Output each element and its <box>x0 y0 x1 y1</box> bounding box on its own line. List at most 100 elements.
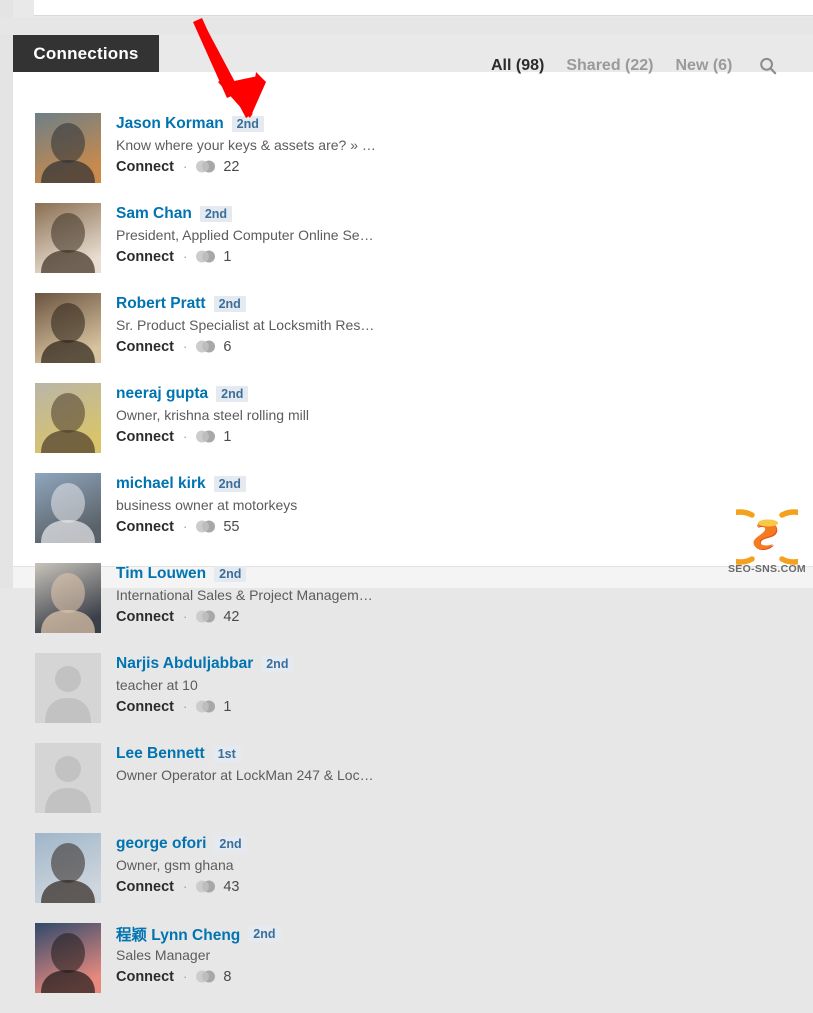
avatar[interactable] <box>35 473 101 543</box>
avatar[interactable] <box>35 923 101 993</box>
connection-card[interactable]: Tim Louwen 2nd International Sales & Proje… <box>35 563 432 653</box>
connect-button[interactable]: Connect <box>116 339 174 355</box>
shared-connections-icon <box>196 520 216 533</box>
tab-connections-label: Connections <box>33 43 139 63</box>
connection-name-row: neeraj gupta 2nd <box>116 384 432 404</box>
connection-actions: Connect · 1 <box>116 247 432 266</box>
connection-name-row: 程颖 Lynn Cheng 2nd <box>116 924 432 944</box>
connection-actions: Connect · 6 <box>116 337 432 356</box>
shared-connections-count: 42 <box>223 608 240 625</box>
connection-headline: International Sales & Project Managem… <box>116 587 373 603</box>
filter-tab-new-label: New (6) <box>675 57 733 74</box>
connection-name-row: Sam Chan 2nd <box>116 204 432 224</box>
connection-card[interactable]: Robert Pratt 2nd Sr. Product Specialist at… <box>35 293 432 383</box>
connection-actions: Connect · 1 <box>116 697 432 716</box>
connection-name[interactable]: Jason Korman <box>116 115 224 133</box>
shared-connections-icon <box>196 340 216 353</box>
shared-connections-icon <box>196 250 216 263</box>
filter-tab-all[interactable]: All (98) <box>480 57 555 75</box>
connection-actions: Connect · 55 <box>116 517 432 536</box>
connect-button[interactable]: Connect <box>116 249 174 265</box>
connection-info: Lee Bennett 1st Owner Operator at LockMan … <box>116 743 432 783</box>
connection-actions: Connect · 42 <box>116 607 432 626</box>
connection-name[interactable]: Lee Bennett <box>116 745 205 763</box>
avatar[interactable] <box>35 113 101 183</box>
connection-info: Jason Korman 2nd Know where your keys & as… <box>116 113 432 176</box>
shared-connections-icon <box>196 970 216 983</box>
shared-connections-count: 55 <box>223 518 240 535</box>
connection-name[interactable]: Robert Pratt <box>116 295 206 313</box>
action-separator: · <box>183 339 188 354</box>
shared-connections-count: 1 <box>223 428 232 445</box>
degree-badge: 2nd <box>261 655 294 673</box>
connection-headline: teacher at 10 <box>116 677 198 693</box>
shared-connections-count: 1 <box>223 248 232 265</box>
degree-badge: 2nd <box>213 475 246 493</box>
top-white-strip <box>34 0 813 16</box>
filter-tab-new[interactable]: New (6) <box>664 57 743 75</box>
avatar[interactable] <box>35 293 101 363</box>
connection-card[interactable]: Sam Chan 2nd President, Applied Computer O… <box>35 203 432 293</box>
connection-name[interactable]: Sam Chan <box>116 205 192 223</box>
connection-info: george ofori 2nd Owner, gsm ghana Connect · 4… <box>116 833 432 896</box>
degree-badge: 2nd <box>214 565 247 583</box>
action-separator: · <box>183 519 188 534</box>
connection-name[interactable]: Tim Louwen <box>116 565 206 583</box>
action-separator: · <box>183 609 188 624</box>
search-icon[interactable] <box>757 55 779 77</box>
degree-badge: 1st <box>212 745 241 763</box>
action-separator: · <box>183 699 188 714</box>
connection-card[interactable]: michael kirk 2nd business owner at motorke… <box>35 473 432 563</box>
connection-headline: Sr. Product Specialist at Locksmith Res… <box>116 317 375 333</box>
connection-info: neeraj gupta 2nd Owner, krishna steel roll… <box>116 383 432 446</box>
avatar[interactable] <box>35 743 101 813</box>
connections-grid: Jason Korman 2nd Know where your keys & as… <box>35 113 795 1013</box>
connect-button[interactable]: Connect <box>116 159 174 175</box>
connection-card[interactable]: 程颖 Lynn Cheng 2nd Sales Manager Connect · 8 <box>35 923 432 1013</box>
avatar[interactable] <box>35 203 101 273</box>
avatar[interactable] <box>35 833 101 903</box>
connection-name-row: Lee Bennett 1st <box>116 744 432 764</box>
shared-connections-count: 6 <box>223 338 232 355</box>
connection-info: Robert Pratt 2nd Sr. Product Specialist at… <box>116 293 432 356</box>
avatar[interactable] <box>35 383 101 453</box>
connection-card[interactable]: Lee Bennett 1st Owner Operator at LockMan … <box>35 743 432 833</box>
connection-headline: Owner, gsm ghana <box>116 857 234 873</box>
connect-button[interactable]: Connect <box>116 699 174 715</box>
action-separator: · <box>183 429 188 444</box>
filter-tab-shared[interactable]: Shared (22) <box>555 57 664 75</box>
connection-name[interactable]: george ofori <box>116 835 206 853</box>
shared-connections-count: 43 <box>223 878 240 895</box>
connection-actions: Connect · 22 <box>116 157 432 176</box>
connection-card[interactable]: Narjis Abduljabbar 2nd teacher at 10 Connec… <box>35 653 432 743</box>
degree-badge: 2nd <box>199 205 233 223</box>
avatar[interactable] <box>35 653 101 723</box>
connection-card[interactable]: Jason Korman 2nd Know where your keys & as… <box>35 113 432 203</box>
top-gray-gap <box>0 17 813 34</box>
shared-connections-icon <box>196 160 216 173</box>
connection-name-row: Robert Pratt 2nd <box>116 294 432 314</box>
connect-button[interactable]: Connect <box>116 879 174 895</box>
action-separator: · <box>183 969 188 984</box>
connection-info: Narjis Abduljabbar 2nd teacher at 10 Connec… <box>116 653 432 716</box>
avatar[interactable] <box>35 563 101 633</box>
action-separator: · <box>183 249 188 264</box>
connect-button[interactable]: Connect <box>116 429 174 445</box>
connection-card[interactable]: neeraj gupta 2nd Owner, krishna steel roll… <box>35 383 432 473</box>
tab-connections[interactable]: Connections <box>13 35 159 72</box>
connect-button[interactable]: Connect <box>116 609 174 625</box>
connection-actions: Connect · 1 <box>116 427 432 446</box>
shared-connections-icon <box>196 610 216 623</box>
connection-name-row: Jason Korman 2nd <box>116 114 432 134</box>
connection-name[interactable]: michael kirk <box>116 475 206 493</box>
shared-connections-icon <box>196 880 216 893</box>
connection-name[interactable]: neeraj gupta <box>116 385 208 403</box>
connection-name[interactable]: 程颖 Lynn Cheng <box>116 923 240 945</box>
degree-badge: 2nd <box>231 115 264 133</box>
connect-button[interactable]: Connect <box>116 519 174 535</box>
connection-headline: President, Applied Computer Online Se… <box>116 227 374 243</box>
connection-name[interactable]: Narjis Abduljabbar <box>116 655 253 673</box>
connection-info: 程颖 Lynn Cheng 2nd Sales Manager Connect · 8 <box>116 923 432 986</box>
connect-button[interactable]: Connect <box>116 969 174 985</box>
connection-card[interactable]: george ofori 2nd Owner, gsm ghana Connect · 4… <box>35 833 432 923</box>
